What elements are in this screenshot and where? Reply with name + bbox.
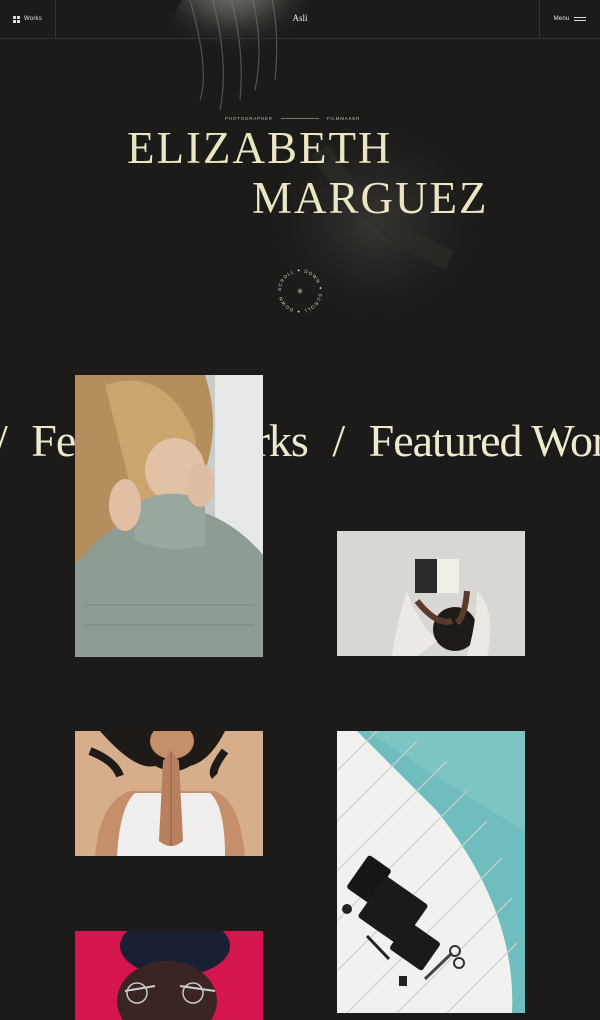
marquee-separator: / <box>0 415 8 466</box>
hero-name-first: ELIZABETH <box>127 123 393 173</box>
scroll-down-badge[interactable]: SCROLL ✦ DOWN ✦ SCROLL ✦ DOWN ✦ ✳ <box>273 264 327 318</box>
hamburger-icon <box>574 17 587 21</box>
work-image-pink-portrait <box>75 931 263 1020</box>
work-card-pink-portrait[interactable] <box>75 931 263 1020</box>
work-image-sweater <box>75 375 263 657</box>
hero-name-last: MARGUEZ <box>252 173 489 223</box>
work-image-hands <box>75 731 263 856</box>
role-photographer: PHOTOGRAPHER <box>225 115 273 121</box>
work-image-pool-desk <box>337 731 525 1013</box>
marquee-text: Featured Works <box>368 415 600 466</box>
star-icon: ✳ <box>297 287 304 296</box>
role-divider <box>280 117 319 119</box>
role-filmmaker: FILMMAKER <box>326 115 361 121</box>
site-logo[interactable]: Asli <box>0 13 600 23</box>
work-card-reading[interactable] <box>337 531 525 656</box>
work-image-reading <box>337 531 525 656</box>
top-navigation-bar: Works Asli Menu <box>0 0 600 39</box>
page: Works Asli Menu PHOTOGRAPHER FILMMAKER E… <box>0 0 600 1020</box>
work-card-pool-desk[interactable] <box>337 731 525 1013</box>
menu-label: Menu <box>553 16 570 22</box>
work-card-sweater[interactable] <box>75 375 263 657</box>
marquee-separator: / <box>332 415 345 466</box>
menu-button[interactable]: Menu <box>539 0 600 38</box>
work-card-hands[interactable] <box>75 731 263 856</box>
hero-roles: PHOTOGRAPHER FILMMAKER <box>225 113 425 123</box>
